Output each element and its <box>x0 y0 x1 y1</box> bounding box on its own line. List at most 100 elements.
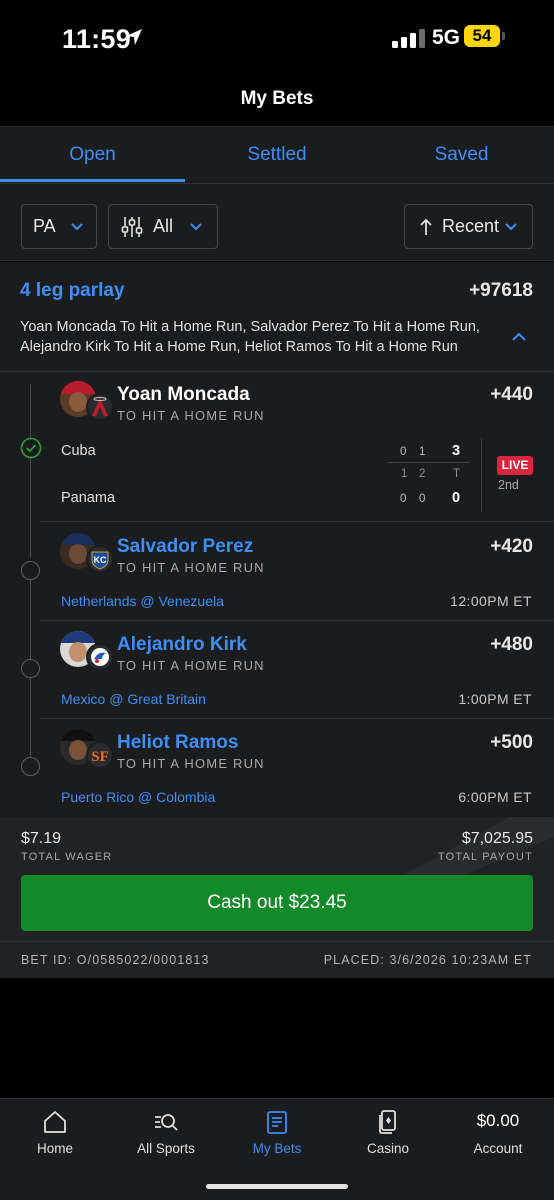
nav-all-sports[interactable]: All Sports <box>111 1099 221 1169</box>
divider <box>40 718 554 719</box>
home-indicator <box>206 1184 348 1189</box>
market-label: TO HIT A HOME RUN <box>117 560 265 575</box>
market-label: TO HIT A HOME RUN <box>117 756 265 771</box>
betslip-icon <box>267 1111 287 1134</box>
leg-odds: +480 <box>490 634 533 655</box>
team-total: 3 <box>452 443 461 459</box>
inning-label: 2 <box>419 468 426 480</box>
network-type: 5G <box>432 26 461 49</box>
inning-score: 1 <box>419 446 426 458</box>
team-home: Panama <box>61 490 116 506</box>
game-time: 6:00PM ET <box>458 789 532 805</box>
nav-casino[interactable]: Casino <box>333 1099 443 1169</box>
nav-home[interactable]: Home <box>0 1099 110 1169</box>
team-away: Cuba <box>61 443 96 459</box>
player-name: Yoan Moncada <box>117 384 250 405</box>
active-tab-indicator <box>0 179 185 182</box>
leg-odds: +440 <box>490 384 533 405</box>
state-filter[interactable]: PA <box>21 204 97 249</box>
chevron-down-icon <box>190 223 202 231</box>
nav-label: Account <box>473 1141 523 1156</box>
score-divider <box>388 462 470 463</box>
total-wager-label: TOTAL WAGER <box>21 851 113 863</box>
battery-tip <box>502 32 505 40</box>
total-label: T <box>453 468 461 480</box>
cards-icon <box>379 1110 396 1134</box>
page-title: My Bets <box>240 88 314 109</box>
game-link[interactable]: Netherlands @ Venezuela <box>61 593 224 609</box>
market-label: TO HIT A HOME RUN <box>117 408 265 423</box>
blue-jays-logo-icon <box>86 643 114 671</box>
royals-logo-icon: KC <box>86 545 114 573</box>
timeline-line <box>30 458 31 558</box>
game-time: 1:00PM ET <box>458 691 532 707</box>
arrow-up-icon <box>420 218 432 235</box>
chevron-up-icon[interactable] <box>511 331 527 343</box>
total-wager: $7.19 <box>21 830 62 847</box>
sort-filter[interactable]: Recent <box>404 204 533 249</box>
divider <box>40 521 554 522</box>
parlay-odds: +97618 <box>469 280 533 301</box>
nav-label: My Bets <box>252 1141 302 1156</box>
live-badge: LIVE <box>497 456 533 475</box>
parlay-summary: Yoan Moncada To Hit a Home Run, Salvador… <box>20 319 480 355</box>
location-arrow-icon <box>126 29 142 45</box>
game-link[interactable]: Mexico @ Great Britain <box>61 691 206 707</box>
battery-icon: 54 <box>464 25 500 47</box>
tab-saved[interactable]: Saved <box>369 127 554 184</box>
search-icon <box>155 1114 178 1131</box>
game-link[interactable]: Puerto Rico @ Colombia <box>61 789 215 805</box>
leg-odds: +500 <box>490 732 533 753</box>
current-inning: 2nd <box>498 478 519 492</box>
clock: 11:59 <box>62 24 132 54</box>
nav-label: All Sports <box>137 1141 195 1156</box>
svg-text:SF: SF <box>91 749 109 765</box>
placed-date: PLACED: 3/6/2026 10:23AM ET <box>323 953 532 967</box>
leg-odds: +420 <box>490 536 533 557</box>
type-filter[interactable]: All <box>108 204 218 249</box>
timeline-line <box>30 678 31 758</box>
tab-settled[interactable]: Settled <box>185 127 369 184</box>
parlay-title[interactable]: 4 leg parlay <box>20 280 125 302</box>
account-balance: $0.00 <box>476 1111 520 1130</box>
filter-bar: PA All Recent <box>0 183 554 261</box>
state-filter-label: PA <box>33 216 56 236</box>
nav-my-bets[interactable]: My Bets <box>222 1099 332 1169</box>
leg-status-circle <box>21 757 40 776</box>
score-divider <box>481 438 482 512</box>
sliders-icon <box>121 217 143 237</box>
check-circle-icon <box>20 437 42 459</box>
divider <box>40 620 554 621</box>
market-label: TO HIT A HOME RUN <box>117 658 265 673</box>
chevron-down-icon <box>71 223 83 231</box>
signal-icon <box>392 29 425 48</box>
status-bar: 11:59 5G 54 <box>0 0 554 76</box>
game-time: 12:00PM ET <box>450 593 532 609</box>
cash-out-button[interactable]: Cash out $23.45 <box>21 875 533 931</box>
timeline-line <box>30 580 31 660</box>
chevron-down-icon <box>505 223 517 231</box>
inning-score: 0 <box>419 493 426 505</box>
home-icon <box>44 1111 66 1133</box>
inning-score: 0 <box>400 446 407 458</box>
tab-open[interactable]: Open <box>0 127 185 184</box>
giants-logo-icon: SF <box>86 741 114 769</box>
svg-text:KC: KC <box>94 555 107 565</box>
leg-status-circle <box>21 659 40 678</box>
bet-tabs: Open Settled Saved <box>0 126 554 183</box>
total-payout: $7,025.95 <box>461 830 533 847</box>
type-filter-label: All <box>153 216 174 236</box>
player-name[interactable]: Salvador Perez <box>117 536 253 558</box>
total-payout-label: TOTAL PAYOUT <box>437 851 533 863</box>
sort-filter-label: Recent <box>442 216 500 236</box>
divider <box>0 371 554 372</box>
nav-account[interactable]: $0.00 Account <box>443 1099 553 1169</box>
leg-status-circle <box>21 561 40 580</box>
bet-id: BET ID: O/0585022/0001813 <box>21 953 210 967</box>
inning-label: 1 <box>401 468 408 480</box>
player-name[interactable]: Heliot Ramos <box>117 732 238 754</box>
nav-label: Casino <box>366 1141 410 1156</box>
nav-label: Home <box>36 1141 73 1156</box>
team-total: 0 <box>452 490 461 506</box>
player-name[interactable]: Alejandro Kirk <box>117 634 247 656</box>
